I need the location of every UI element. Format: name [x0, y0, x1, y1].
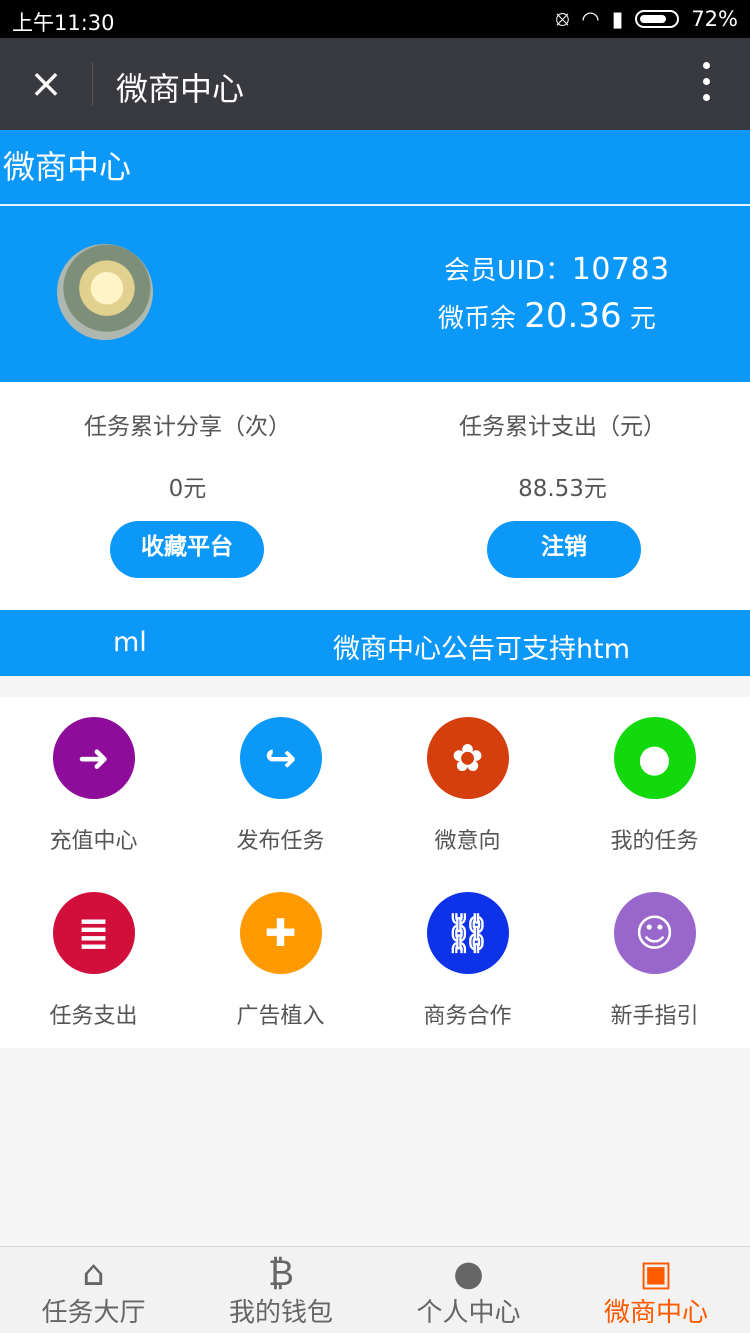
- expense-label: 任务累计支出（元）: [459, 414, 666, 440]
- nav-item-label: 微商中心: [603, 1298, 708, 1328]
- uid-label: 会员UID：: [444, 256, 572, 286]
- grid-item[interactable]: ● 我的任务: [561, 697, 748, 872]
- grid-item[interactable]: ➜ 充值中心: [0, 697, 187, 872]
- wifi-icon: ◠: [581, 6, 600, 31]
- coin-balance: 微币余 20.36 元: [438, 296, 656, 336]
- bitcoin-icon: ₿: [268, 1254, 294, 1294]
- grid-item[interactable]: ↪ 发布任务: [187, 697, 374, 872]
- more-icon: [702, 94, 710, 101]
- share-count-label: 任务累计分享（次）: [84, 414, 291, 440]
- app-bar: × 微商中心: [0, 38, 750, 130]
- status-bar: 上午11:30 ⦻ ◠ ▮ 72%: [0, 0, 750, 38]
- uid-value: 10783: [571, 252, 670, 287]
- login-icon: ➜: [52, 717, 135, 799]
- outdent-icon: ≣: [52, 892, 135, 974]
- grid-item-label: 新手指引: [610, 1004, 699, 1029]
- grid-item-label: 商务合作: [423, 1004, 512, 1029]
- share-count-value: 0元: [168, 476, 207, 502]
- mute-icon: ⦻: [555, 6, 570, 30]
- status-time: 上午11:30: [12, 11, 115, 35]
- member-uid: 会员UID：10783: [444, 250, 670, 287]
- grid-item-label: 发布任务: [236, 829, 325, 854]
- grid-item[interactable]: ✚ 广告植入: [187, 872, 374, 1047]
- user-icon: ●: [453, 1254, 484, 1294]
- share-icon: ↪: [239, 717, 322, 799]
- signal-icon: ▮: [611, 6, 624, 31]
- battery-icon: [635, 9, 680, 28]
- battery-percent: 72%: [691, 6, 738, 31]
- puzzle-icon: ✚: [239, 892, 322, 974]
- grid-item-label: 任务支出: [49, 1004, 138, 1029]
- grid-item-label: 广告植入: [236, 1004, 325, 1029]
- notice-ticker: ml 微商中心公告可支持htm: [0, 610, 750, 676]
- favorite-platform-button[interactable]: 收藏平台: [110, 521, 264, 578]
- more-menu-button[interactable]: [696, 62, 716, 108]
- bottom-nav: ⌂ 任务大厅 ₿ 我的钱包 ● 个人中心 ▣ 微商中心: [0, 1246, 750, 1333]
- nav-item-label: 个人中心: [416, 1298, 521, 1328]
- nav-item[interactable]: ⌂ 任务大厅: [0, 1247, 187, 1329]
- link-icon: ⛓: [426, 892, 509, 974]
- notice-text: 微商中心公告可支持htm: [333, 634, 630, 665]
- nav-item[interactable]: ● 个人中心: [375, 1247, 562, 1329]
- page-title: 微商中心: [116, 70, 245, 108]
- grid-item[interactable]: ✿ 微意向: [374, 697, 561, 872]
- member-profile: 会员UID：10783 微币余 20.36 元: [0, 206, 750, 382]
- nav-item-label: 我的钱包: [228, 1298, 333, 1328]
- task-stats: 任务累计分享（次） 0元 任务累计支出（元） 88.53元 收藏平台 注销: [0, 382, 750, 610]
- location-icon: ●: [613, 717, 696, 799]
- feature-grid: ➜ 充值中心 ↪ 发布任务 ✿ 微意向 ● 我的任务 ≣ 任务支出 ✚ 广告植入 ⛓ 商务合作 ☺ 新手指引: [0, 697, 750, 1048]
- grid-item-label: 微意向: [434, 829, 501, 854]
- share-stat: 任务累计分享（次） 0元: [0, 382, 375, 503]
- more-icon: [702, 62, 710, 69]
- home-icon: ⌂: [82, 1254, 105, 1294]
- avatar[interactable]: [57, 244, 153, 340]
- status-icons: ⦻ ◠ ▮ 72%: [556, 6, 738, 31]
- close-button[interactable]: ×: [28, 60, 64, 108]
- coin-value: 20.36: [524, 296, 622, 336]
- grid-item[interactable]: ≣ 任务支出: [0, 872, 187, 1047]
- expense-stat: 任务累计支出（元） 88.53元: [375, 382, 750, 503]
- nav-item[interactable]: ▣ 微商中心: [563, 1247, 750, 1329]
- logout-button[interactable]: 注销: [487, 521, 641, 578]
- grid-item[interactable]: ⛓ 商务合作: [374, 872, 561, 1047]
- coin-unit: 元: [621, 304, 656, 334]
- more-icon: [702, 78, 710, 85]
- nav-item[interactable]: ₿ 我的钱包: [188, 1247, 375, 1329]
- expense-value: 88.53元: [518, 476, 607, 502]
- money-icon: ▣: [639, 1254, 673, 1294]
- notice-text-fragment: ml: [113, 627, 147, 658]
- grid-item[interactable]: ☺ 新手指引: [561, 872, 748, 1047]
- grid-item-label: 我的任务: [610, 829, 699, 854]
- section-title: 微商中心: [3, 148, 132, 186]
- grid-item-label: 充值中心: [49, 829, 138, 854]
- coin-label: 微币余: [438, 304, 525, 334]
- appbar-divider: [92, 62, 93, 106]
- reddit-icon: ☺: [613, 892, 696, 974]
- plant-icon: ✿: [426, 717, 509, 799]
- nav-item-label: 任务大厅: [41, 1298, 146, 1328]
- section-header: 微商中心: [0, 130, 750, 204]
